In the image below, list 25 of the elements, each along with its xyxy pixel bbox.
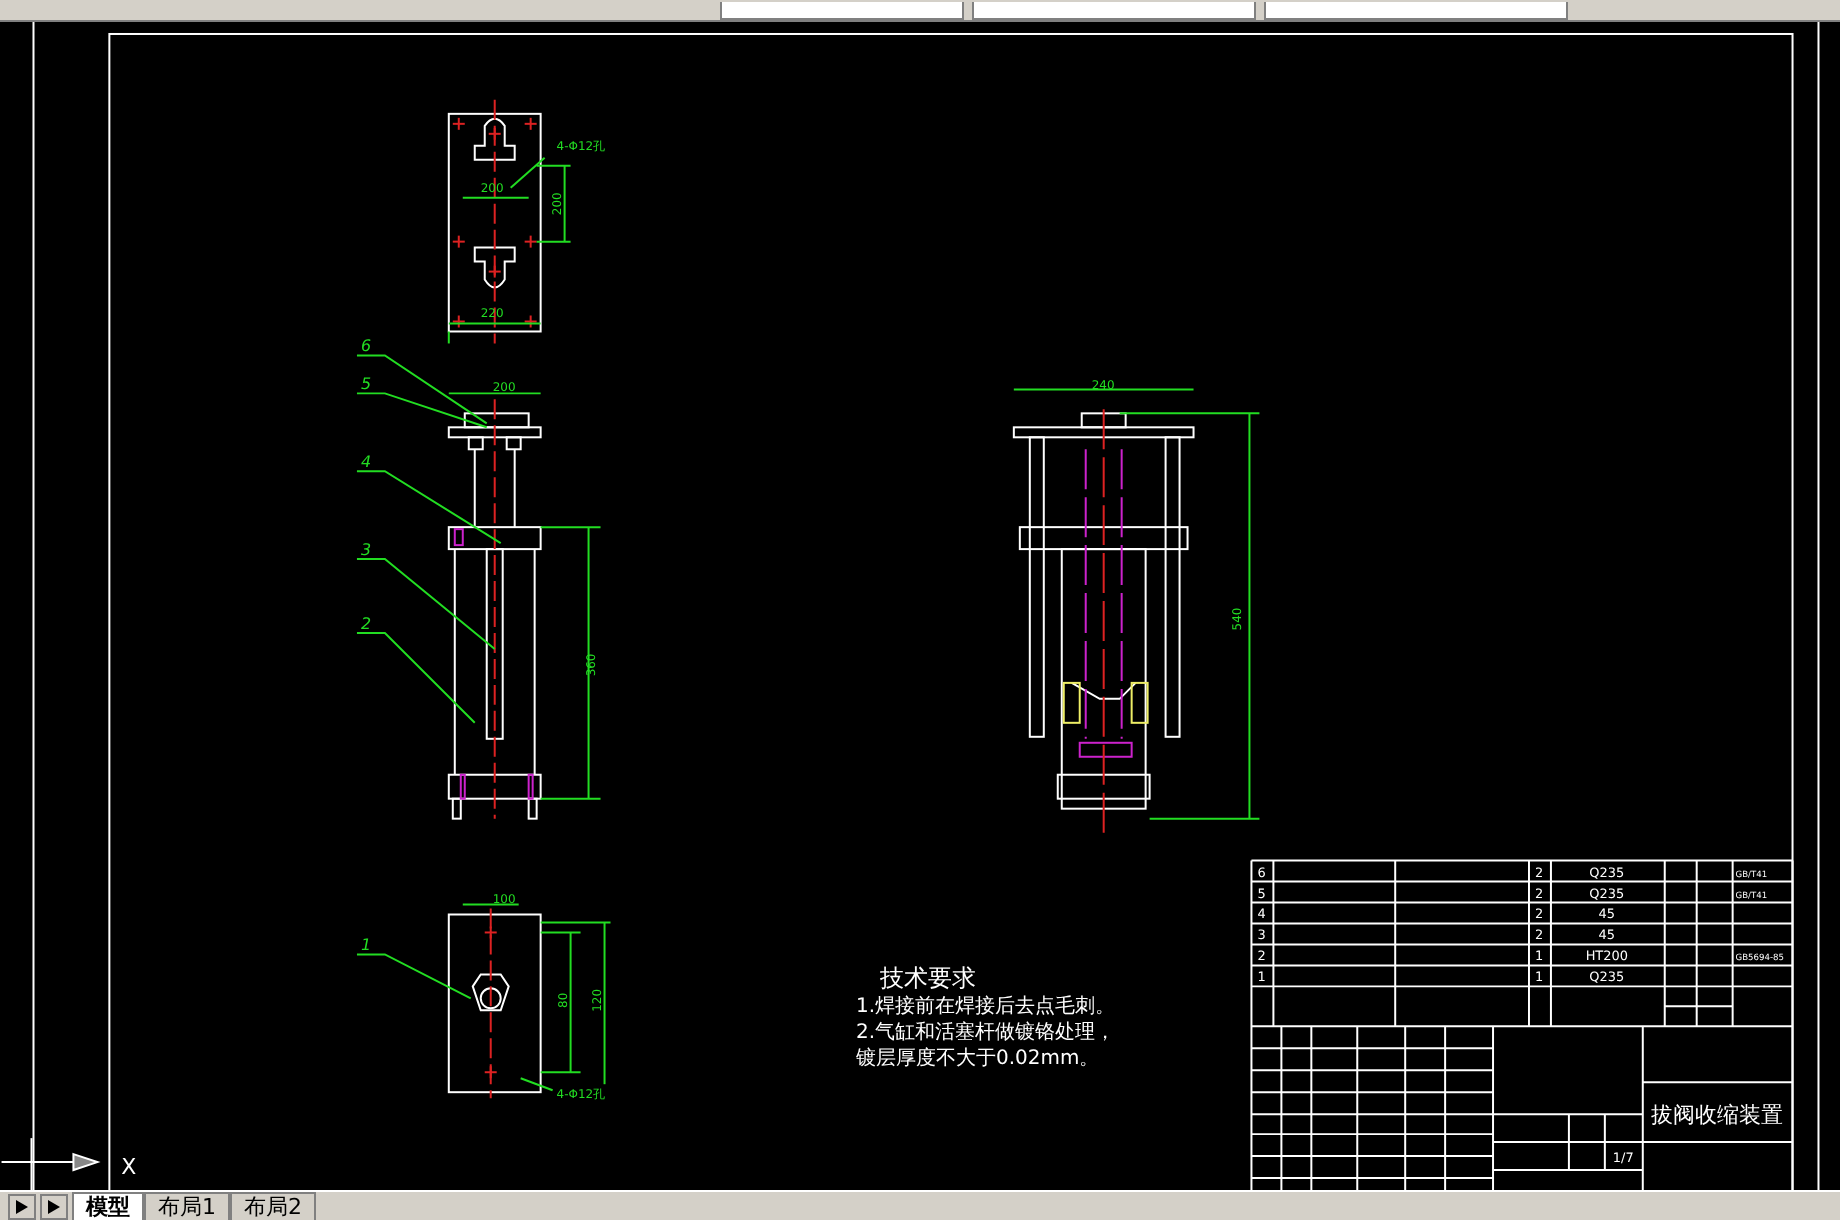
layout-tab[interactable]: 模型 <box>72 1192 144 1220</box>
triangle-icon <box>16 1200 28 1214</box>
requirement-line: 2.气缸和活塞杆做镀铬处理， <box>856 1022 1116 1045</box>
leader-line <box>355 631 476 724</box>
drawing-title: 拔阀收缩装置 <box>1650 1102 1783 1129</box>
part-number-label: 1 <box>360 936 372 955</box>
leader-line <box>355 558 496 650</box>
plot-style-dropdown[interactable] <box>1264 1 1568 20</box>
requirements-title: 技术要求 <box>880 964 977 993</box>
part-number-label: 3 <box>360 541 372 560</box>
axis-label: X <box>121 1154 137 1181</box>
triangle-icon <box>48 1200 60 1214</box>
part-number-label: 5 <box>360 375 372 394</box>
layout-tab[interactable]: 布局2 <box>230 1192 316 1220</box>
linetype-dropdown[interactable] <box>720 1 964 20</box>
lineweight-dropdown[interactable] <box>972 1 1256 20</box>
layout-tab[interactable]: 布局1 <box>144 1192 230 1220</box>
requirement-line: 1.焊接前在焊接后去点毛刺。 <box>856 996 1116 1019</box>
previous-tab-button[interactable] <box>8 1194 36 1220</box>
requirement-line: 镀层厚度不大于0.02mm。 <box>856 1048 1100 1071</box>
next-tab-button[interactable] <box>40 1194 68 1220</box>
part-number-label: 2 <box>360 614 372 633</box>
leader-line <box>355 953 472 1000</box>
part-number-label: 6 <box>360 337 372 356</box>
part-number-label: 4 <box>360 453 372 472</box>
